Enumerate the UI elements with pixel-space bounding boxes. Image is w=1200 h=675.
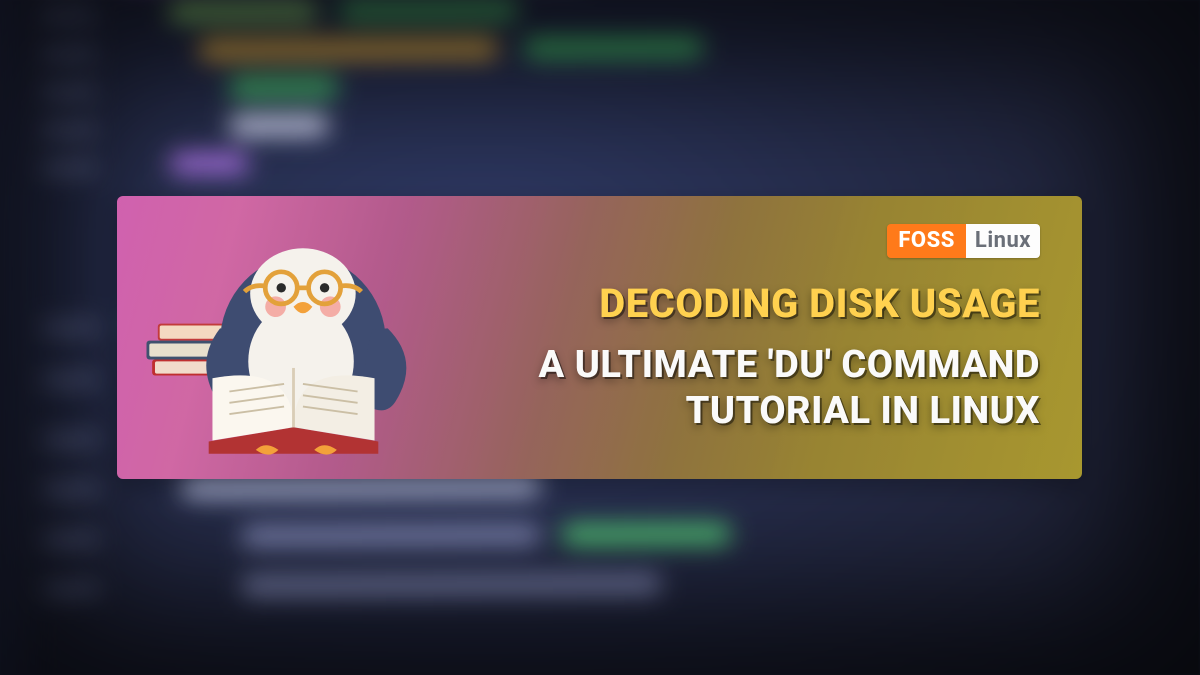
penguin-reading-illustration	[151, 220, 436, 465]
brand-left: FOSS	[887, 224, 966, 258]
brand-badge: FOSS Linux	[887, 224, 1040, 258]
brand-right: Linux	[966, 224, 1040, 258]
subtitle-line-1: A ULTIMATE 'DU' COMMAND	[457, 343, 1040, 389]
hero-banner: FOSS Linux DECODING DISK USAGE A ULTIMAT…	[117, 196, 1082, 479]
subtitle-line-2: TUTORIAL IN LINUX	[457, 389, 1040, 435]
banner-subtitle: A ULTIMATE 'DU' COMMAND TUTORIAL IN LINU…	[457, 343, 1040, 434]
banner-title: DECODING DISK USAGE	[457, 280, 1040, 327]
